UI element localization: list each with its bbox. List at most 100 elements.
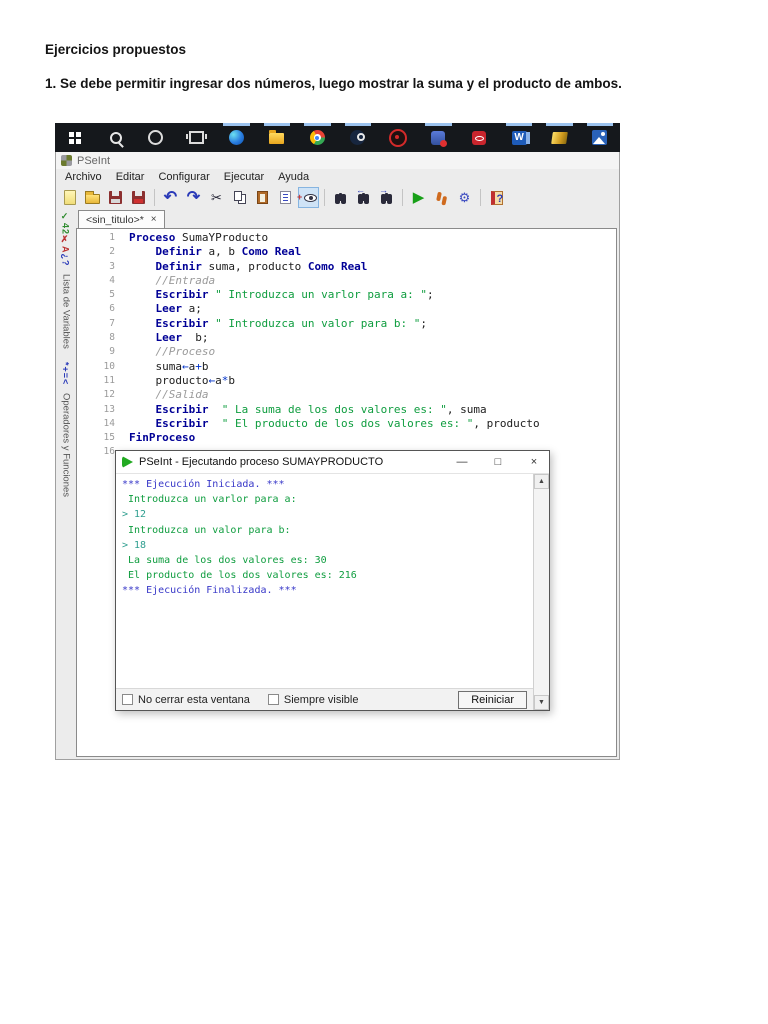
code-token: Leer [155, 331, 183, 345]
code-line: 9 //Proceso [77, 345, 616, 359]
settings-red-icon[interactable] [378, 123, 418, 152]
line-number: 13 [103, 403, 115, 415]
cut-button[interactable]: ✂ [206, 187, 227, 208]
restart-button[interactable]: Reiniciar [458, 690, 527, 709]
adobe-icon[interactable] [459, 123, 499, 152]
code-token: //Salida [129, 388, 209, 402]
file-explorer-icon[interactable] [257, 123, 297, 152]
code-line: 7 Escribir " Introduzca un valor para b:… [77, 317, 616, 331]
copy-button[interactable] [229, 187, 250, 208]
console-output[interactable]: *** Ejecución Iniciada. *** Introduzca u… [116, 474, 533, 688]
toolbar: ↶↷✂ ▶ ⚙ [56, 185, 619, 210]
checkbox-icon[interactable] [267, 694, 279, 705]
photos-icon[interactable] [580, 123, 620, 152]
code-text: Escribir " Introduzca un valor para b: "… [129, 317, 616, 331]
code-token: ← [181, 359, 189, 373]
game-icon[interactable] [539, 123, 579, 152]
steam-icon[interactable] [338, 123, 378, 152]
syntax-eye-button[interactable] [297, 187, 319, 208]
code-token: + [195, 359, 202, 373]
menu-configurar[interactable]: Configurar [151, 171, 216, 183]
step-run-button[interactable] [431, 187, 452, 208]
code-token: FinProceso [129, 431, 196, 445]
line-number: 4 [109, 274, 115, 286]
start-icon[interactable] [55, 123, 95, 152]
word-icon[interactable] [499, 123, 539, 152]
checkbox-icon[interactable] [122, 694, 133, 705]
cortana-icon[interactable] [136, 123, 176, 152]
running-indicator [505, 123, 533, 126]
code-text: Leer b; [129, 331, 616, 345]
paste-button[interactable] [252, 187, 273, 208]
format-button[interactable] [275, 187, 296, 208]
close-button[interactable]: × [519, 451, 549, 473]
minimize-button[interactable]: — [447, 451, 477, 473]
code-line: 13 Escribir " La suma de los dos valores… [77, 403, 616, 417]
code-line: 3 Definir suma, producto Como Real [77, 260, 616, 274]
code-token: //Proceso [129, 345, 216, 359]
save-as-button[interactable] [128, 187, 149, 208]
dialog-titlebar[interactable]: PSeInt - Ejecutando proceso SUMAYPRODUCT… [116, 451, 549, 474]
running-indicator [304, 123, 331, 126]
find-button[interactable] [330, 187, 351, 208]
code-token: b [228, 373, 235, 387]
code-token: " El producto de los dos valores es: " [221, 416, 474, 430]
code-token: a [215, 373, 222, 387]
mail-icon[interactable] [418, 123, 458, 152]
menu-editar[interactable]: Editar [109, 171, 152, 183]
code-token: ; [420, 316, 428, 330]
panel-tab-variables[interactable]: ✓42✗A¿? Lista de Variables [61, 212, 72, 348]
line-number: 14 [103, 417, 115, 429]
run-button[interactable]: ▶ [408, 187, 429, 208]
menu-ejecutar[interactable]: Ejecutar [217, 171, 271, 183]
menu-bar: Archivo Editar Configurar Ejecutar Ayuda [56, 169, 619, 185]
code-line: 12 //Salida [77, 388, 616, 402]
panel-tab-operators[interactable]: *+=< Operadores y Funciones [61, 362, 72, 496]
maximize-button[interactable]: □ [483, 451, 513, 473]
chrome-icon[interactable] [297, 123, 337, 152]
code-token: suma, producto [201, 259, 308, 273]
menu-ayuda[interactable]: Ayuda [271, 171, 316, 183]
scrollbar-track[interactable] [534, 489, 549, 695]
undo-button[interactable]: ↶ [160, 187, 181, 208]
open-file-button[interactable] [82, 187, 103, 208]
redo-button[interactable]: ↷ [183, 187, 204, 208]
scroll-down-icon[interactable]: ▼ [534, 695, 549, 710]
line-number: 12 [103, 389, 115, 401]
console-line: Introduzca un valor para b: [122, 524, 297, 536]
panel-icon: ¿? [60, 253, 71, 267]
editor-tab[interactable]: <sin_titulo>* × [78, 210, 165, 228]
tab-close-icon[interactable]: × [151, 214, 157, 225]
code-token: Leer [155, 302, 183, 316]
document-page: Ejercicios propuestos 1. Se debe permiti… [0, 0, 768, 1024]
code-text: FinProceso [129, 431, 616, 445]
save-button[interactable] [105, 187, 126, 208]
scroll-up-icon[interactable]: ▲ [534, 474, 549, 489]
code-text: Escribir " La suma de los dos valores es… [129, 403, 616, 417]
code-token: Proceso [129, 231, 176, 244]
find-next-button[interactable] [376, 185, 397, 208]
find-prev-button[interactable] [353, 185, 374, 208]
window-title: PSeInt [77, 154, 111, 167]
panel-label: Operadores y Funciones [60, 392, 72, 497]
search-icon[interactable] [95, 123, 135, 152]
code-line: 11 producto←a*b [77, 374, 616, 388]
checkbox-label: Siempre visible [283, 693, 359, 706]
task-view-icon[interactable] [176, 123, 216, 152]
code-token: " Introduzca un varlor para a: " [208, 288, 428, 302]
code-token: b [201, 359, 209, 373]
console-scrollbar[interactable]: ▲ ▼ [533, 474, 549, 710]
line-number: 1 [109, 232, 115, 243]
edge-icon[interactable] [216, 123, 256, 152]
console-line: El producto de los dos valores es: 216 [122, 570, 357, 582]
running-indicator [223, 123, 250, 126]
console-line: > 18 [122, 539, 147, 551]
dialog-body: *** Ejecución Iniciada. *** Introduzca u… [116, 474, 549, 710]
menu-archivo[interactable]: Archivo [58, 171, 109, 183]
flowchart-button[interactable]: ⚙ [454, 187, 475, 208]
help-button[interactable] [486, 187, 507, 208]
new-file-button[interactable] [59, 187, 80, 208]
